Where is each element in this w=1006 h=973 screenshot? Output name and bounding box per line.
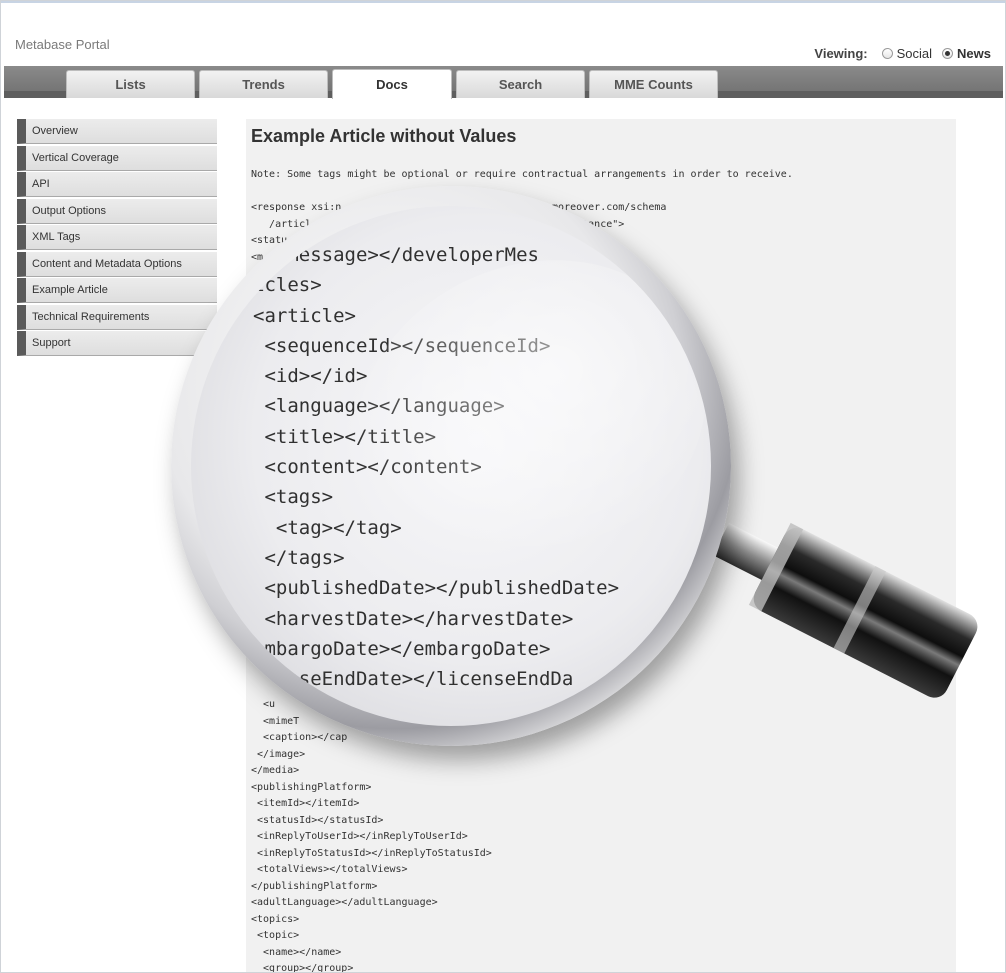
sidebar-item-support[interactable]: Support [17,331,217,356]
browser-page: Metabase Portal Viewing: Social News Lis… [0,0,1006,973]
tab-docs[interactable]: Docs [332,69,452,99]
news-label: News [957,46,991,61]
viewing-label: Viewing: [814,46,868,61]
page-title: Example Article without Values [251,126,517,146]
sidebar-item-vertical-coverage[interactable]: Vertical Coverage [17,145,217,171]
portal-title: Metabase Portal [15,37,110,52]
social-radio[interactable] [881,48,893,59]
sidebar-item-api[interactable]: API [17,172,217,197]
tab-lists[interactable]: Lists [66,70,195,98]
viewing-option-news[interactable]: News [942,46,991,61]
magnifier-lens: rMessage></developerMes icles> <article>… [191,206,711,726]
docs-sidebar: Overview Vertical Coverage API Output Op… [17,119,217,358]
sidebar-item-overview[interactable]: Overview [17,119,217,144]
tab-search[interactable]: Search [456,70,585,98]
sidebar-item-technical-requirements[interactable]: Technical Requirements [17,304,217,330]
main-tab-bar: Lists Trends Docs Search MME Counts [4,66,1003,99]
sidebar-item-content-metadata-options[interactable]: Content and Metadata Options [17,251,217,277]
top-divider [1,1,1005,3]
tab-mme-counts[interactable]: MME Counts [589,70,718,98]
sidebar-item-xml-tags[interactable]: XML Tags [17,225,217,250]
tab-trends[interactable]: Trends [199,70,328,98]
viewing-option-social[interactable]: Social [881,46,933,61]
note-text: Note: Some tags might be optional or req… [251,169,793,180]
news-radio[interactable] [942,48,954,59]
sidebar-item-output-options[interactable]: Output Options [17,198,217,224]
social-label: Social [896,46,933,61]
viewing-selector: Viewing: Social News [814,46,991,61]
sidebar-item-example-article[interactable]: Example Article [17,278,217,303]
